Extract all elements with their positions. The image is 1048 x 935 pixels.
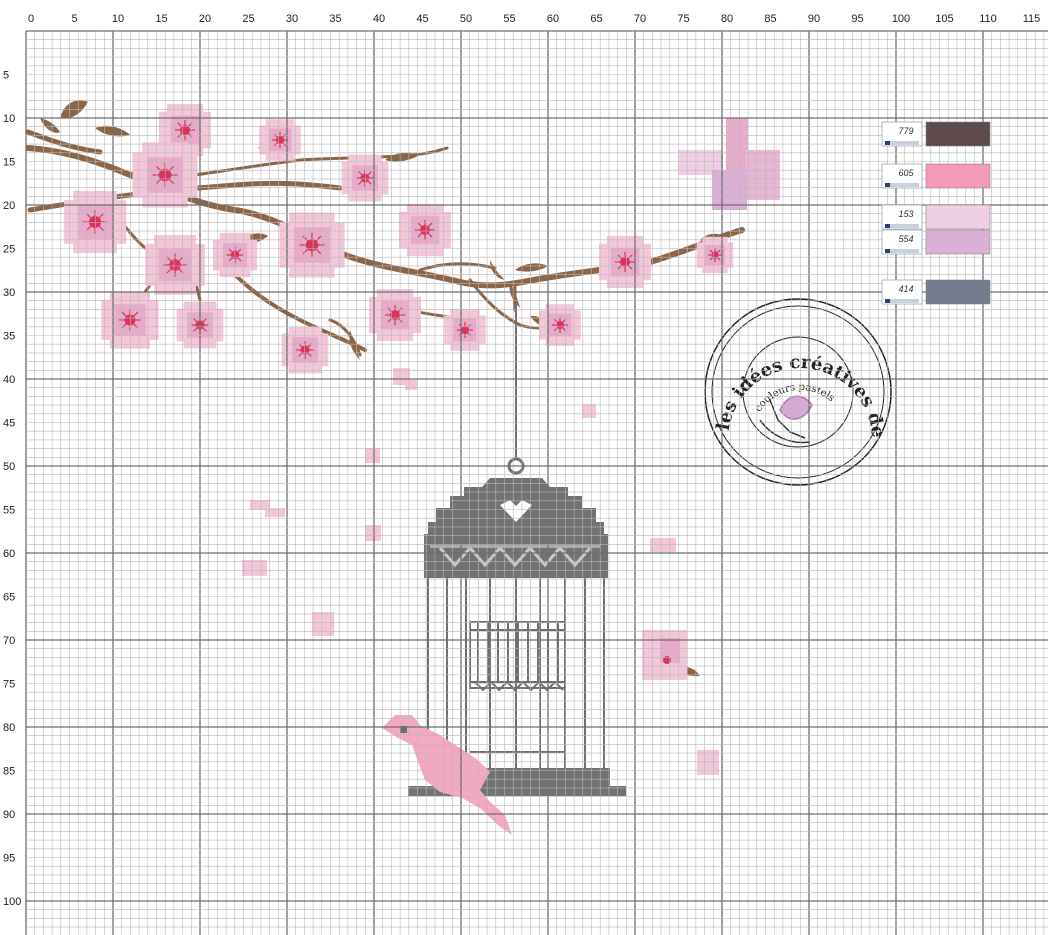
top-ruler-label: 60 bbox=[547, 13, 559, 25]
left-ruler-label: 50 bbox=[3, 461, 15, 473]
left-ruler-label: 80 bbox=[3, 722, 15, 734]
birdcage bbox=[408, 302, 626, 796]
blossom bbox=[369, 289, 421, 341]
left-ruler-label: 45 bbox=[3, 418, 15, 430]
blossoms bbox=[63, 104, 734, 374]
blossom bbox=[444, 309, 486, 351]
left-ruler-label: 75 bbox=[3, 679, 15, 691]
cross-stitch-pattern: 0 5 10 15 20 25 30 35 40 45 50 55 60 65 70 75 80 85 90 95 10… bbox=[0, 0, 1048, 935]
left-ruler-label: 65 bbox=[3, 592, 15, 604]
legend-code: 554 bbox=[898, 234, 913, 244]
left-ruler-label: 60 bbox=[3, 548, 15, 560]
legend-swatch bbox=[925, 229, 991, 255]
legend-code: 605 bbox=[898, 168, 914, 178]
legend-scale bbox=[885, 183, 919, 187]
top-ruler-label: 55 bbox=[503, 13, 515, 25]
left-ruler-label: 95 bbox=[3, 853, 15, 865]
legend-scale bbox=[885, 224, 919, 228]
legend-item: 554 bbox=[881, 229, 991, 255]
legend-scale bbox=[885, 141, 919, 145]
legend-scale bbox=[885, 249, 919, 253]
top-ruler-label: 50 bbox=[460, 13, 472, 25]
legend-code: 414 bbox=[898, 284, 913, 294]
top-ruler-label: 40 bbox=[373, 13, 385, 25]
legend-scale bbox=[885, 299, 919, 303]
legend-code: 153 bbox=[898, 209, 913, 219]
left-ruler-label: 30 bbox=[3, 287, 15, 299]
left-ruler-label: 20 bbox=[3, 200, 15, 212]
bud-flower bbox=[642, 630, 687, 680]
blossom bbox=[259, 119, 301, 161]
left-ruler-label: 35 bbox=[3, 331, 15, 343]
top-ruler-label: 80 bbox=[721, 13, 733, 25]
left-ruler-label: 40 bbox=[3, 374, 15, 386]
top-ruler-label: 110 bbox=[979, 13, 997, 25]
top-ruler-label: 85 bbox=[764, 13, 776, 25]
top-ruler-label: 45 bbox=[416, 13, 428, 25]
top-ruler-label: 105 bbox=[935, 13, 953, 25]
pattern-canvas: 0 5 10 15 20 25 30 35 40 45 50 55 60 65 70 75 80 85 90 95 10… bbox=[0, 0, 1048, 935]
legend-code: 779 bbox=[898, 126, 913, 136]
left-ruler-label: 5 bbox=[3, 70, 9, 82]
top-ruler-label: 0 bbox=[28, 13, 34, 25]
legend-swatch bbox=[925, 279, 991, 305]
left-ruler-label: 90 bbox=[3, 809, 15, 821]
legend-item: 779 bbox=[881, 121, 991, 147]
top-ruler-label: 25 bbox=[242, 13, 254, 25]
blossom bbox=[145, 235, 205, 295]
top-ruler-label: 95 bbox=[851, 13, 863, 25]
top-ruler-label: 30 bbox=[286, 13, 298, 25]
top-ruler-label: 65 bbox=[590, 13, 602, 25]
left-ruler-label: 25 bbox=[3, 244, 15, 256]
left-ruler-label: 10 bbox=[3, 113, 15, 125]
top-ruler-label: 75 bbox=[677, 13, 689, 25]
left-ruler-label: 85 bbox=[3, 766, 15, 778]
blossom bbox=[101, 291, 159, 349]
legend-item: 605 bbox=[881, 163, 991, 189]
blossom bbox=[539, 304, 581, 346]
legend-item: 153 bbox=[881, 204, 991, 230]
legend-swatch bbox=[925, 121, 991, 147]
left-ruler-label: 55 bbox=[3, 505, 15, 517]
blossom bbox=[281, 326, 329, 374]
blossom bbox=[696, 236, 734, 274]
left-ruler-label: 70 bbox=[3, 635, 15, 647]
top-ruler-label: 115 bbox=[1023, 13, 1041, 25]
top-ruler-label: 90 bbox=[808, 13, 820, 25]
artwork bbox=[26, 100, 892, 835]
color-legend: 779 605 153 554 414 bbox=[881, 121, 991, 305]
top-ruler-label: 5 bbox=[71, 13, 77, 25]
top-ruler-label: 70 bbox=[634, 13, 646, 25]
legend-item: 414 bbox=[881, 279, 991, 305]
legend-swatch bbox=[925, 163, 991, 189]
top-ruler-label: 35 bbox=[329, 13, 341, 25]
top-ruler-label: 100 bbox=[892, 13, 910, 25]
top-ruler-label: 15 bbox=[155, 13, 167, 25]
left-ruler-label: 15 bbox=[3, 157, 15, 169]
top-ruler-label: 10 bbox=[112, 13, 124, 25]
blossom bbox=[599, 236, 651, 288]
blossom bbox=[63, 190, 127, 254]
left-ruler-label: 100 bbox=[3, 896, 21, 908]
top-ruler-label: 20 bbox=[199, 13, 211, 25]
legend-swatch bbox=[925, 204, 991, 230]
